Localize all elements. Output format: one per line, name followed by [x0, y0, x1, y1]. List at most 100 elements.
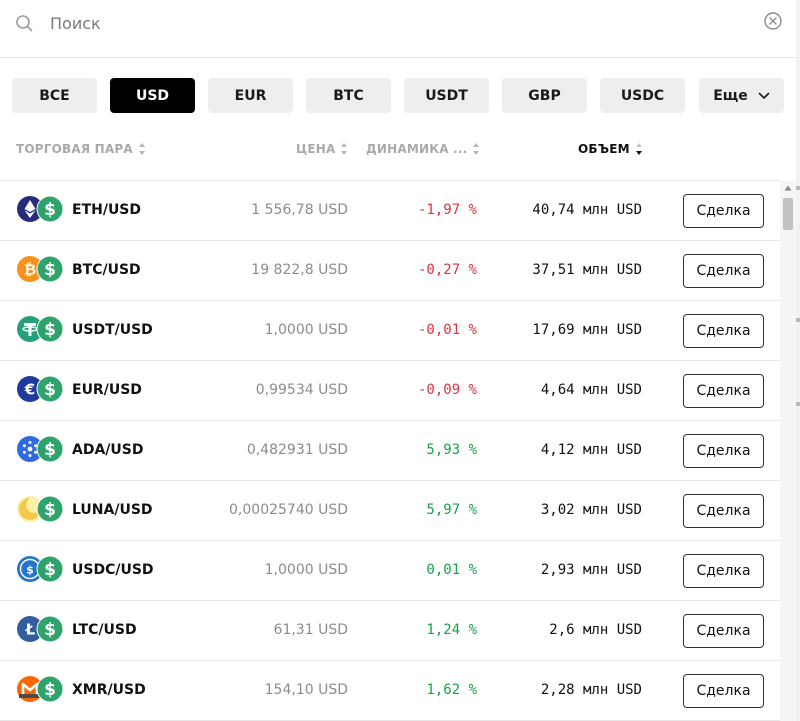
volume: 2,28 млн USD — [540, 682, 642, 698]
column-change[interactable]: ДИНАМИКА ... — [366, 142, 480, 156]
search-input[interactable] — [50, 10, 730, 36]
table-row[interactable]: $ XMR/USD 154,10 USD 1,62 % 2,28 млн USD Сдел… — [0, 661, 780, 721]
column-volume[interactable]: ОБЪЕМ — [578, 142, 643, 156]
table-scrollbar[interactable] — [780, 181, 796, 721]
price: 0,99534 USD — [255, 382, 348, 398]
svg-text:$: $ — [44, 320, 56, 340]
sort-icon — [138, 143, 145, 155]
volume: 3,02 млн USD — [540, 502, 642, 518]
pair-name[interactable]: LUNA/USD — [72, 502, 153, 518]
pair-icons: $ — [17, 195, 64, 223]
change: -0,01 % — [417, 322, 477, 338]
more-filters-label: Еще — [713, 87, 748, 104]
svg-text:$: $ — [44, 440, 56, 460]
volume: 37,51 млн USD — [532, 262, 642, 278]
svg-text:$: $ — [44, 500, 56, 520]
change: 1,62 % — [426, 682, 477, 698]
volume: 40,74 млн USD — [532, 202, 642, 218]
usd-coin-icon: $ — [36, 195, 64, 223]
column-pair-label: ТОРГОВАЯ ПАРА — [16, 142, 133, 156]
column-pair[interactable]: ТОРГОВАЯ ПАРА — [16, 142, 146, 156]
pair-name[interactable]: ETH/USD — [72, 202, 141, 218]
pair-name[interactable]: USDT/USD — [72, 322, 153, 338]
change: -1,97 % — [417, 202, 477, 218]
pair-name[interactable]: ADA/USD — [72, 442, 143, 458]
svg-text:$: $ — [44, 620, 56, 640]
volume: 4,12 млн USD — [540, 442, 642, 458]
filter-usd[interactable]: USD — [110, 78, 195, 113]
table-row[interactable]: $ LUNA/USD 0,00025740 USD 5,97 % 3,02 млн US… — [0, 481, 780, 541]
pair-icons: Ł $ — [17, 615, 64, 643]
change: 1,24 % — [426, 622, 477, 638]
trade-button[interactable]: Сделка — [683, 194, 764, 228]
filter-usdt[interactable]: USDT — [404, 78, 489, 113]
price: 19 822,8 USD — [251, 262, 348, 278]
trade-button[interactable]: Сделка — [683, 254, 764, 288]
trade-button[interactable]: Сделка — [683, 494, 764, 528]
price: 1 556,78 USD — [251, 202, 348, 218]
sort-desc-icon — [635, 143, 642, 155]
sort-icon — [473, 143, 480, 155]
svg-text:$: $ — [26, 564, 34, 577]
trade-button[interactable]: Сделка — [683, 554, 764, 588]
pair-name[interactable]: BTC/USD — [72, 262, 141, 278]
usd-coin-icon: $ — [36, 555, 64, 583]
svg-text:$: $ — [44, 680, 56, 700]
change: 5,93 % — [426, 442, 477, 458]
column-change-label: ДИНАМИКА ... — [366, 142, 468, 156]
trade-button[interactable]: Сделка — [683, 314, 764, 348]
clear-search-icon[interactable] — [763, 11, 783, 31]
pair-icons: $ — [17, 495, 64, 523]
volume: 4,64 млн USD — [540, 382, 642, 398]
volume: 2,93 млн USD — [540, 562, 642, 578]
table-row[interactable]: $ ADA/USD 0,482931 USD 5,93 % 4,12 млн USD Сд… — [0, 421, 780, 481]
svg-text:₿: ₿ — [24, 261, 36, 279]
table-row[interactable]: $ $ USDC/USD 1,0000 USD 0,01 % 2,93 млн USD Сд… — [0, 541, 780, 601]
trade-button[interactable]: Сделка — [683, 434, 764, 468]
filter-btc[interactable]: BTC — [306, 78, 391, 113]
search-bar — [0, 0, 800, 58]
table-row[interactable]: $ USDT/USD 1,0000 USD -0,01 % 17,69 млн USD С… — [0, 301, 780, 361]
trade-button[interactable]: Сделка — [683, 614, 764, 648]
table-header: ТОРГОВАЯ ПАРА ЦЕНА ДИНАМИКА ... ОБЪЕМ — [0, 137, 790, 163]
pair-name[interactable]: LTC/USD — [72, 622, 137, 638]
filter-gbp[interactable]: GBP — [502, 78, 587, 113]
usd-coin-icon: $ — [36, 255, 64, 283]
pair-name[interactable]: USDC/USD — [72, 562, 154, 578]
change: -0,27 % — [417, 262, 477, 278]
filter-usdc[interactable]: USDC — [600, 78, 685, 113]
chevron-down-icon — [758, 92, 770, 99]
usd-coin-icon: $ — [36, 375, 64, 403]
table-row[interactable]: € $ EUR/USD 0,99534 USD -0,09 % 4,64 млн USD С… — [0, 361, 780, 421]
scroll-up-icon[interactable] — [784, 185, 792, 191]
usd-coin-icon: $ — [36, 675, 64, 703]
svg-text:$: $ — [44, 200, 56, 220]
trade-button[interactable]: Сделка — [683, 674, 764, 708]
table-row[interactable]: $ ETH/USD 1 556,78 USD -1,97 % 40,74 млн USD… — [0, 181, 780, 241]
scroll-thumb[interactable] — [783, 198, 793, 230]
filter-eur[interactable]: EUR — [208, 78, 293, 113]
pair-icons: $ — [17, 315, 64, 343]
filter-all[interactable]: ВСЕ — [12, 78, 97, 113]
table-row[interactable]: ₿ $ BTC/USD 19 822,8 USD -0,27 % 37,51 млн US… — [0, 241, 780, 301]
column-volume-label: ОБЪЕМ — [578, 142, 630, 156]
trade-button[interactable]: Сделка — [683, 374, 764, 408]
usd-coin-icon: $ — [36, 315, 64, 343]
column-price[interactable]: ЦЕНА — [296, 142, 348, 156]
pair-icons: $ — [17, 435, 64, 463]
svg-text:$: $ — [44, 260, 56, 280]
volume: 17,69 млн USD — [532, 322, 642, 338]
pair-icons: $ $ — [17, 555, 64, 583]
more-filters-button[interactable]: Еще — [699, 78, 784, 113]
price: 0,482931 USD — [246, 442, 348, 458]
svg-text:$: $ — [44, 560, 56, 580]
quote-filter-bar: ВСЕ USD EUR BTC USDT GBP USDC Еще — [12, 78, 784, 113]
column-price-label: ЦЕНА — [296, 142, 336, 156]
change: 0,01 % — [426, 562, 477, 578]
pair-name[interactable]: XMR/USD — [72, 682, 146, 698]
change: -0,09 % — [417, 382, 477, 398]
table-row[interactable]: Ł $ LTC/USD 61,31 USD 1,24 % 2,6 млн USD Сделк… — [0, 601, 780, 661]
pair-name[interactable]: EUR/USD — [72, 382, 142, 398]
search-icon — [16, 15, 33, 32]
pair-icons: € $ — [17, 375, 64, 403]
